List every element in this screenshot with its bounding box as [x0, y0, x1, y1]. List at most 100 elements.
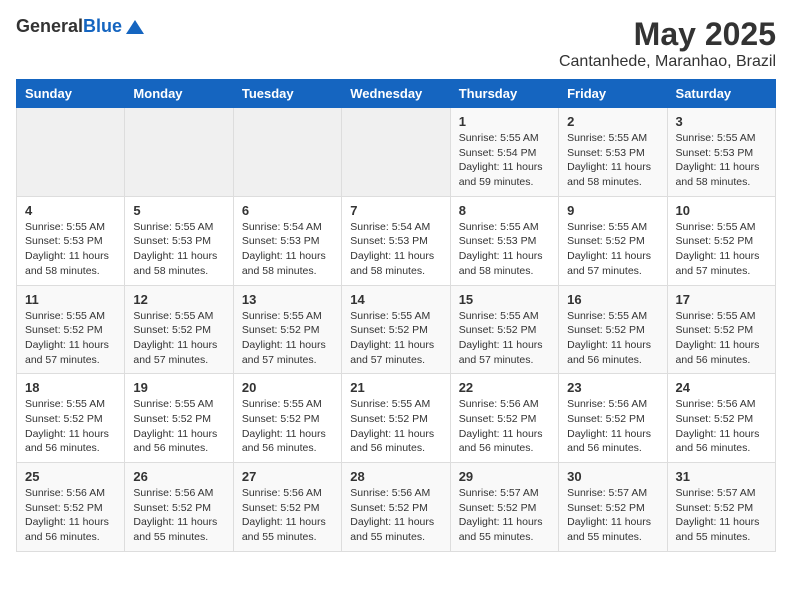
day-number: 17 — [676, 292, 767, 307]
column-header-thursday: Thursday — [450, 80, 558, 108]
calendar-cell — [17, 108, 125, 197]
calendar-week-row: 4 Sunrise: 5:55 AM Sunset: 5:53 PM Daylig… — [17, 196, 776, 285]
calendar-cell: 20 Sunrise: 5:55 AM Sunset: 5:52 PM Dayli… — [233, 374, 341, 463]
logo-blue: Blue — [83, 16, 122, 36]
day-info: Sunrise: 5:55 AM Sunset: 5:52 PM Dayligh… — [459, 309, 550, 368]
column-header-tuesday: Tuesday — [233, 80, 341, 108]
calendar-cell: 23Sunrise: 5:56 AM Sunset: 5:52 PM Dayli… — [559, 374, 667, 463]
day-number: 16 — [567, 292, 658, 307]
day-number: 1 — [459, 114, 550, 129]
day-info: Sunrise: 5:56 AM Sunset: 5:52 PM Dayligh… — [25, 486, 116, 545]
column-header-wednesday: Wednesday — [342, 80, 450, 108]
calendar-week-row: 18 Sunrise: 5:55 AM Sunset: 5:52 PM Dayli… — [17, 374, 776, 463]
day-number: 10 — [676, 203, 767, 218]
calendar-cell — [342, 108, 450, 197]
day-info: Sunrise: 5:55 AM Sunset: 5:52 PM Dayligh… — [676, 309, 767, 368]
day-info: Sunrise: 5:56 AM Sunset: 5:52 PM Dayligh… — [459, 397, 550, 456]
calendar-table: SundayMondayTuesdayWednesdayThursdayFrid… — [16, 79, 776, 552]
logo: GeneralBlue — [16, 16, 146, 38]
day-info: Sunrise: 5:55 AM Sunset: 5:53 PM Dayligh… — [25, 220, 116, 279]
calendar-cell: 21 Sunrise: 5:55 AM Sunset: 5:52 PM Dayli… — [342, 374, 450, 463]
day-info: Sunrise: 5:56 AM Sunset: 5:52 PM Dayligh… — [676, 397, 767, 456]
calendar-cell: 25Sunrise: 5:56 AM Sunset: 5:52 PM Dayli… — [17, 463, 125, 552]
calendar-week-row: 1Sunrise: 5:55 AM Sunset: 5:54 PM Daylig… — [17, 108, 776, 197]
calendar-cell: 26Sunrise: 5:56 AM Sunset: 5:52 PM Dayli… — [125, 463, 233, 552]
day-number: 30 — [567, 469, 658, 484]
calendar-cell: 7 Sunrise: 5:54 AM Sunset: 5:53 PM Daylig… — [342, 196, 450, 285]
calendar-cell: 22 Sunrise: 5:56 AM Sunset: 5:52 PM Dayli… — [450, 374, 558, 463]
title-block: May 2025 Cantanhede, Maranhao, Brazil — [559, 16, 776, 71]
day-number: 13 — [242, 292, 333, 307]
column-header-saturday: Saturday — [667, 80, 775, 108]
calendar-cell: 31 Sunrise: 5:57 AM Sunset: 5:52 PM Dayli… — [667, 463, 775, 552]
day-number: 28 — [350, 469, 441, 484]
calendar-cell: 30 Sunrise: 5:57 AM Sunset: 5:52 PM Dayli… — [559, 463, 667, 552]
day-number: 9 — [567, 203, 658, 218]
day-info: Sunrise: 5:55 AM Sunset: 5:53 PM Dayligh… — [676, 131, 767, 190]
day-info: Sunrise: 5:55 AM Sunset: 5:52 PM Dayligh… — [567, 309, 658, 368]
calendar-cell: 9 Sunrise: 5:55 AM Sunset: 5:52 PM Daylig… — [559, 196, 667, 285]
calendar-cell: 1Sunrise: 5:55 AM Sunset: 5:54 PM Daylig… — [450, 108, 558, 197]
day-number: 18 — [25, 380, 116, 395]
day-info: Sunrise: 5:55 AM Sunset: 5:52 PM Dayligh… — [676, 220, 767, 279]
day-number: 11 — [25, 292, 116, 307]
day-number: 24 — [676, 380, 767, 395]
day-info: Sunrise: 5:55 AM Sunset: 5:52 PM Dayligh… — [242, 309, 333, 368]
day-info: Sunrise: 5:54 AM Sunset: 5:53 PM Dayligh… — [350, 220, 441, 279]
page-subtitle: Cantanhede, Maranhao, Brazil — [559, 53, 776, 71]
calendar-cell — [233, 108, 341, 197]
day-number: 7 — [350, 203, 441, 218]
day-info: Sunrise: 5:56 AM Sunset: 5:52 PM Dayligh… — [242, 486, 333, 545]
day-info: Sunrise: 5:55 AM Sunset: 5:52 PM Dayligh… — [350, 397, 441, 456]
day-number: 20 — [242, 380, 333, 395]
day-info: Sunrise: 5:55 AM Sunset: 5:53 PM Dayligh… — [133, 220, 224, 279]
day-info: Sunrise: 5:55 AM Sunset: 5:52 PM Dayligh… — [25, 397, 116, 456]
calendar-cell: 13 Sunrise: 5:55 AM Sunset: 5:52 PM Dayli… — [233, 285, 341, 374]
day-number: 6 — [242, 203, 333, 218]
calendar-cell — [125, 108, 233, 197]
day-number: 8 — [459, 203, 550, 218]
day-number: 27 — [242, 469, 333, 484]
calendar-cell: 28 Sunrise: 5:56 AM Sunset: 5:52 PM Dayli… — [342, 463, 450, 552]
calendar-cell: 15 Sunrise: 5:55 AM Sunset: 5:52 PM Dayli… — [450, 285, 558, 374]
page-header: GeneralBlue May 2025 Cantanhede, Maranha… — [16, 16, 776, 71]
logo-general: General — [16, 16, 83, 36]
column-header-friday: Friday — [559, 80, 667, 108]
day-number: 12 — [133, 292, 224, 307]
calendar-week-row: 11 Sunrise: 5:55 AM Sunset: 5:52 PM Dayli… — [17, 285, 776, 374]
calendar-cell: 18 Sunrise: 5:55 AM Sunset: 5:52 PM Dayli… — [17, 374, 125, 463]
calendar-cell: 3 Sunrise: 5:55 AM Sunset: 5:53 PM Daylig… — [667, 108, 775, 197]
calendar-cell: 2 Sunrise: 5:55 AM Sunset: 5:53 PM Daylig… — [559, 108, 667, 197]
day-number: 15 — [459, 292, 550, 307]
calendar-header-row: SundayMondayTuesdayWednesdayThursdayFrid… — [17, 80, 776, 108]
day-number: 3 — [676, 114, 767, 129]
day-info: Sunrise: 5:55 AM Sunset: 5:53 PM Dayligh… — [459, 220, 550, 279]
day-number: 4 — [25, 203, 116, 218]
calendar-cell: 8 Sunrise: 5:55 AM Sunset: 5:53 PM Daylig… — [450, 196, 558, 285]
calendar-cell: 29Sunrise: 5:57 AM Sunset: 5:52 PM Dayli… — [450, 463, 558, 552]
calendar-week-row: 25Sunrise: 5:56 AM Sunset: 5:52 PM Dayli… — [17, 463, 776, 552]
calendar-cell: 5Sunrise: 5:55 AM Sunset: 5:53 PM Daylig… — [125, 196, 233, 285]
calendar-cell: 27 Sunrise: 5:56 AM Sunset: 5:52 PM Dayli… — [233, 463, 341, 552]
day-info: Sunrise: 5:54 AM Sunset: 5:53 PM Dayligh… — [242, 220, 333, 279]
day-info: Sunrise: 5:55 AM Sunset: 5:52 PM Dayligh… — [242, 397, 333, 456]
calendar-cell: 10 Sunrise: 5:55 AM Sunset: 5:52 PM Dayli… — [667, 196, 775, 285]
day-info: Sunrise: 5:55 AM Sunset: 5:53 PM Dayligh… — [567, 131, 658, 190]
day-info: Sunrise: 5:56 AM Sunset: 5:52 PM Dayligh… — [567, 397, 658, 456]
day-number: 26 — [133, 469, 224, 484]
column-header-monday: Monday — [125, 80, 233, 108]
day-info: Sunrise: 5:55 AM Sunset: 5:52 PM Dayligh… — [567, 220, 658, 279]
day-info: Sunrise: 5:57 AM Sunset: 5:52 PM Dayligh… — [676, 486, 767, 545]
day-info: Sunrise: 5:56 AM Sunset: 5:52 PM Dayligh… — [350, 486, 441, 545]
day-number: 2 — [567, 114, 658, 129]
calendar-cell: 4 Sunrise: 5:55 AM Sunset: 5:53 PM Daylig… — [17, 196, 125, 285]
day-number: 21 — [350, 380, 441, 395]
day-info: Sunrise: 5:55 AM Sunset: 5:52 PM Dayligh… — [350, 309, 441, 368]
calendar-cell: 19Sunrise: 5:55 AM Sunset: 5:52 PM Dayli… — [125, 374, 233, 463]
logo-icon — [124, 16, 146, 38]
day-number: 31 — [676, 469, 767, 484]
day-number: 22 — [459, 380, 550, 395]
calendar-cell: 12Sunrise: 5:55 AM Sunset: 5:52 PM Dayli… — [125, 285, 233, 374]
day-number: 19 — [133, 380, 224, 395]
day-info: Sunrise: 5:57 AM Sunset: 5:52 PM Dayligh… — [567, 486, 658, 545]
